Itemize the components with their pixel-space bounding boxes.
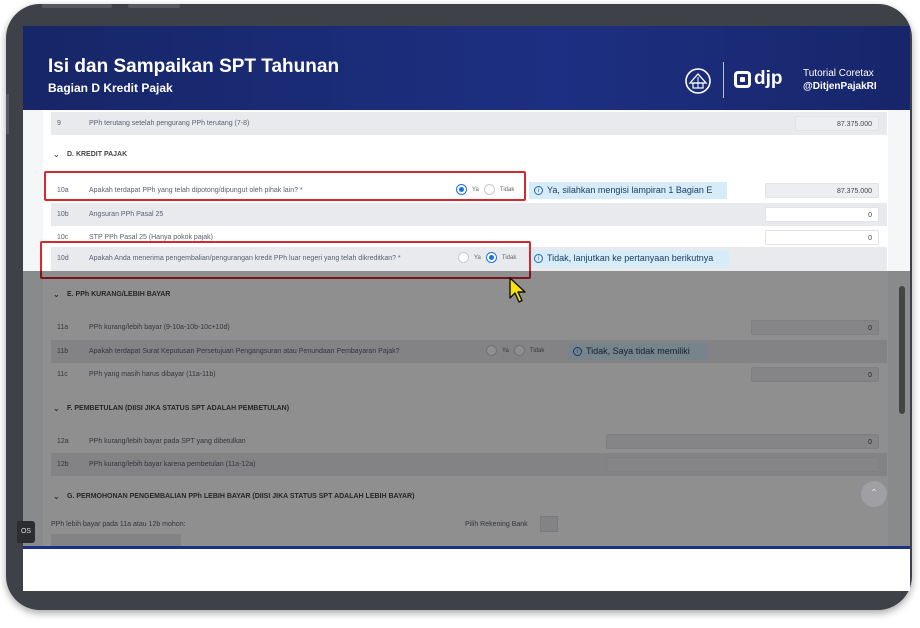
scroll-top-button[interactable]: ⌃ <box>861 481 887 507</box>
section-title: D. KREDIT PAJAK <box>67 151 128 158</box>
hint-text: Ya, silahkan mengisi lampiran 1 Bagian E <box>547 185 713 195</box>
table-row: 9 PPh terutang setelah pengurang PPh ter… <box>51 112 887 135</box>
row-label: PPh terutang setelah pengurang PPh terut… <box>89 120 250 127</box>
row-label: Angsuran PPh Pasal 25 <box>89 211 164 218</box>
row-number: 10b <box>57 211 69 218</box>
bottom-area <box>23 549 910 591</box>
mouse-cursor-icon <box>509 277 526 303</box>
chevron-down-icon: ⌄ <box>53 150 60 159</box>
hint-text: Tidak, lanjutkan ke pertanyaan berikutny… <box>547 253 714 263</box>
header-divider <box>723 62 724 98</box>
page-title: Isi dan Sampaikan SPT Tahunan <box>48 56 340 77</box>
djp-logo: djp <box>734 68 783 90</box>
tablet-button <box>42 4 112 8</box>
info-icon: i <box>534 254 543 263</box>
dim-overlay <box>23 271 910 546</box>
page-subtitle: Bagian D Kredit Pajak <box>48 81 173 95</box>
tablet-frame: Isi dan Sampaikan SPT Tahunan Bagian D K… <box>6 4 912 610</box>
ministry-emblem-icon <box>685 68 711 94</box>
screen: Isi dan Sampaikan SPT Tahunan Bagian D K… <box>23 26 910 591</box>
djp-logo-text: djp <box>754 68 783 89</box>
os-badge: OS <box>17 521 35 543</box>
amount-field[interactable]: 87.375.000 <box>765 183 879 198</box>
scrollbar-thumb[interactable] <box>899 286 905 414</box>
content-area: 9 PPh terutang setelah pengurang PPh ter… <box>23 110 910 546</box>
social-handle: @DitjenPajakRI <box>803 81 877 92</box>
amount-field[interactable]: 0 <box>765 230 879 245</box>
row-number: 9 <box>57 120 61 127</box>
tablet-button <box>128 4 180 8</box>
highlight-box-10a <box>44 171 526 201</box>
tutorial-label: Tutorial Coretax <box>803 68 874 79</box>
djp-logo-icon <box>734 70 751 88</box>
amount-field[interactable]: 87.375.000 <box>795 116 879 131</box>
hint-callout: i Ya, silahkan mengisi lampiran 1 Bagian… <box>529 182 727 199</box>
row-label: STP PPh Pasal 25 (Hanya pokok pajak) <box>89 234 213 241</box>
info-icon: i <box>534 186 543 195</box>
section-header-kredit-pajak[interactable]: ⌄ D. KREDIT PAJAK <box>51 146 887 164</box>
hint-callout: i Tidak, lanjutkan ke pertanyaan berikut… <box>529 250 729 267</box>
row-number: 10c <box>57 234 69 241</box>
table-row: 10b Angsuran PPh Pasal 25 0 <box>51 203 887 226</box>
amount-field[interactable]: 0 <box>765 207 879 222</box>
tablet-side-button <box>6 94 9 134</box>
header-banner: Isi dan Sampaikan SPT Tahunan Bagian D K… <box>23 26 910 110</box>
